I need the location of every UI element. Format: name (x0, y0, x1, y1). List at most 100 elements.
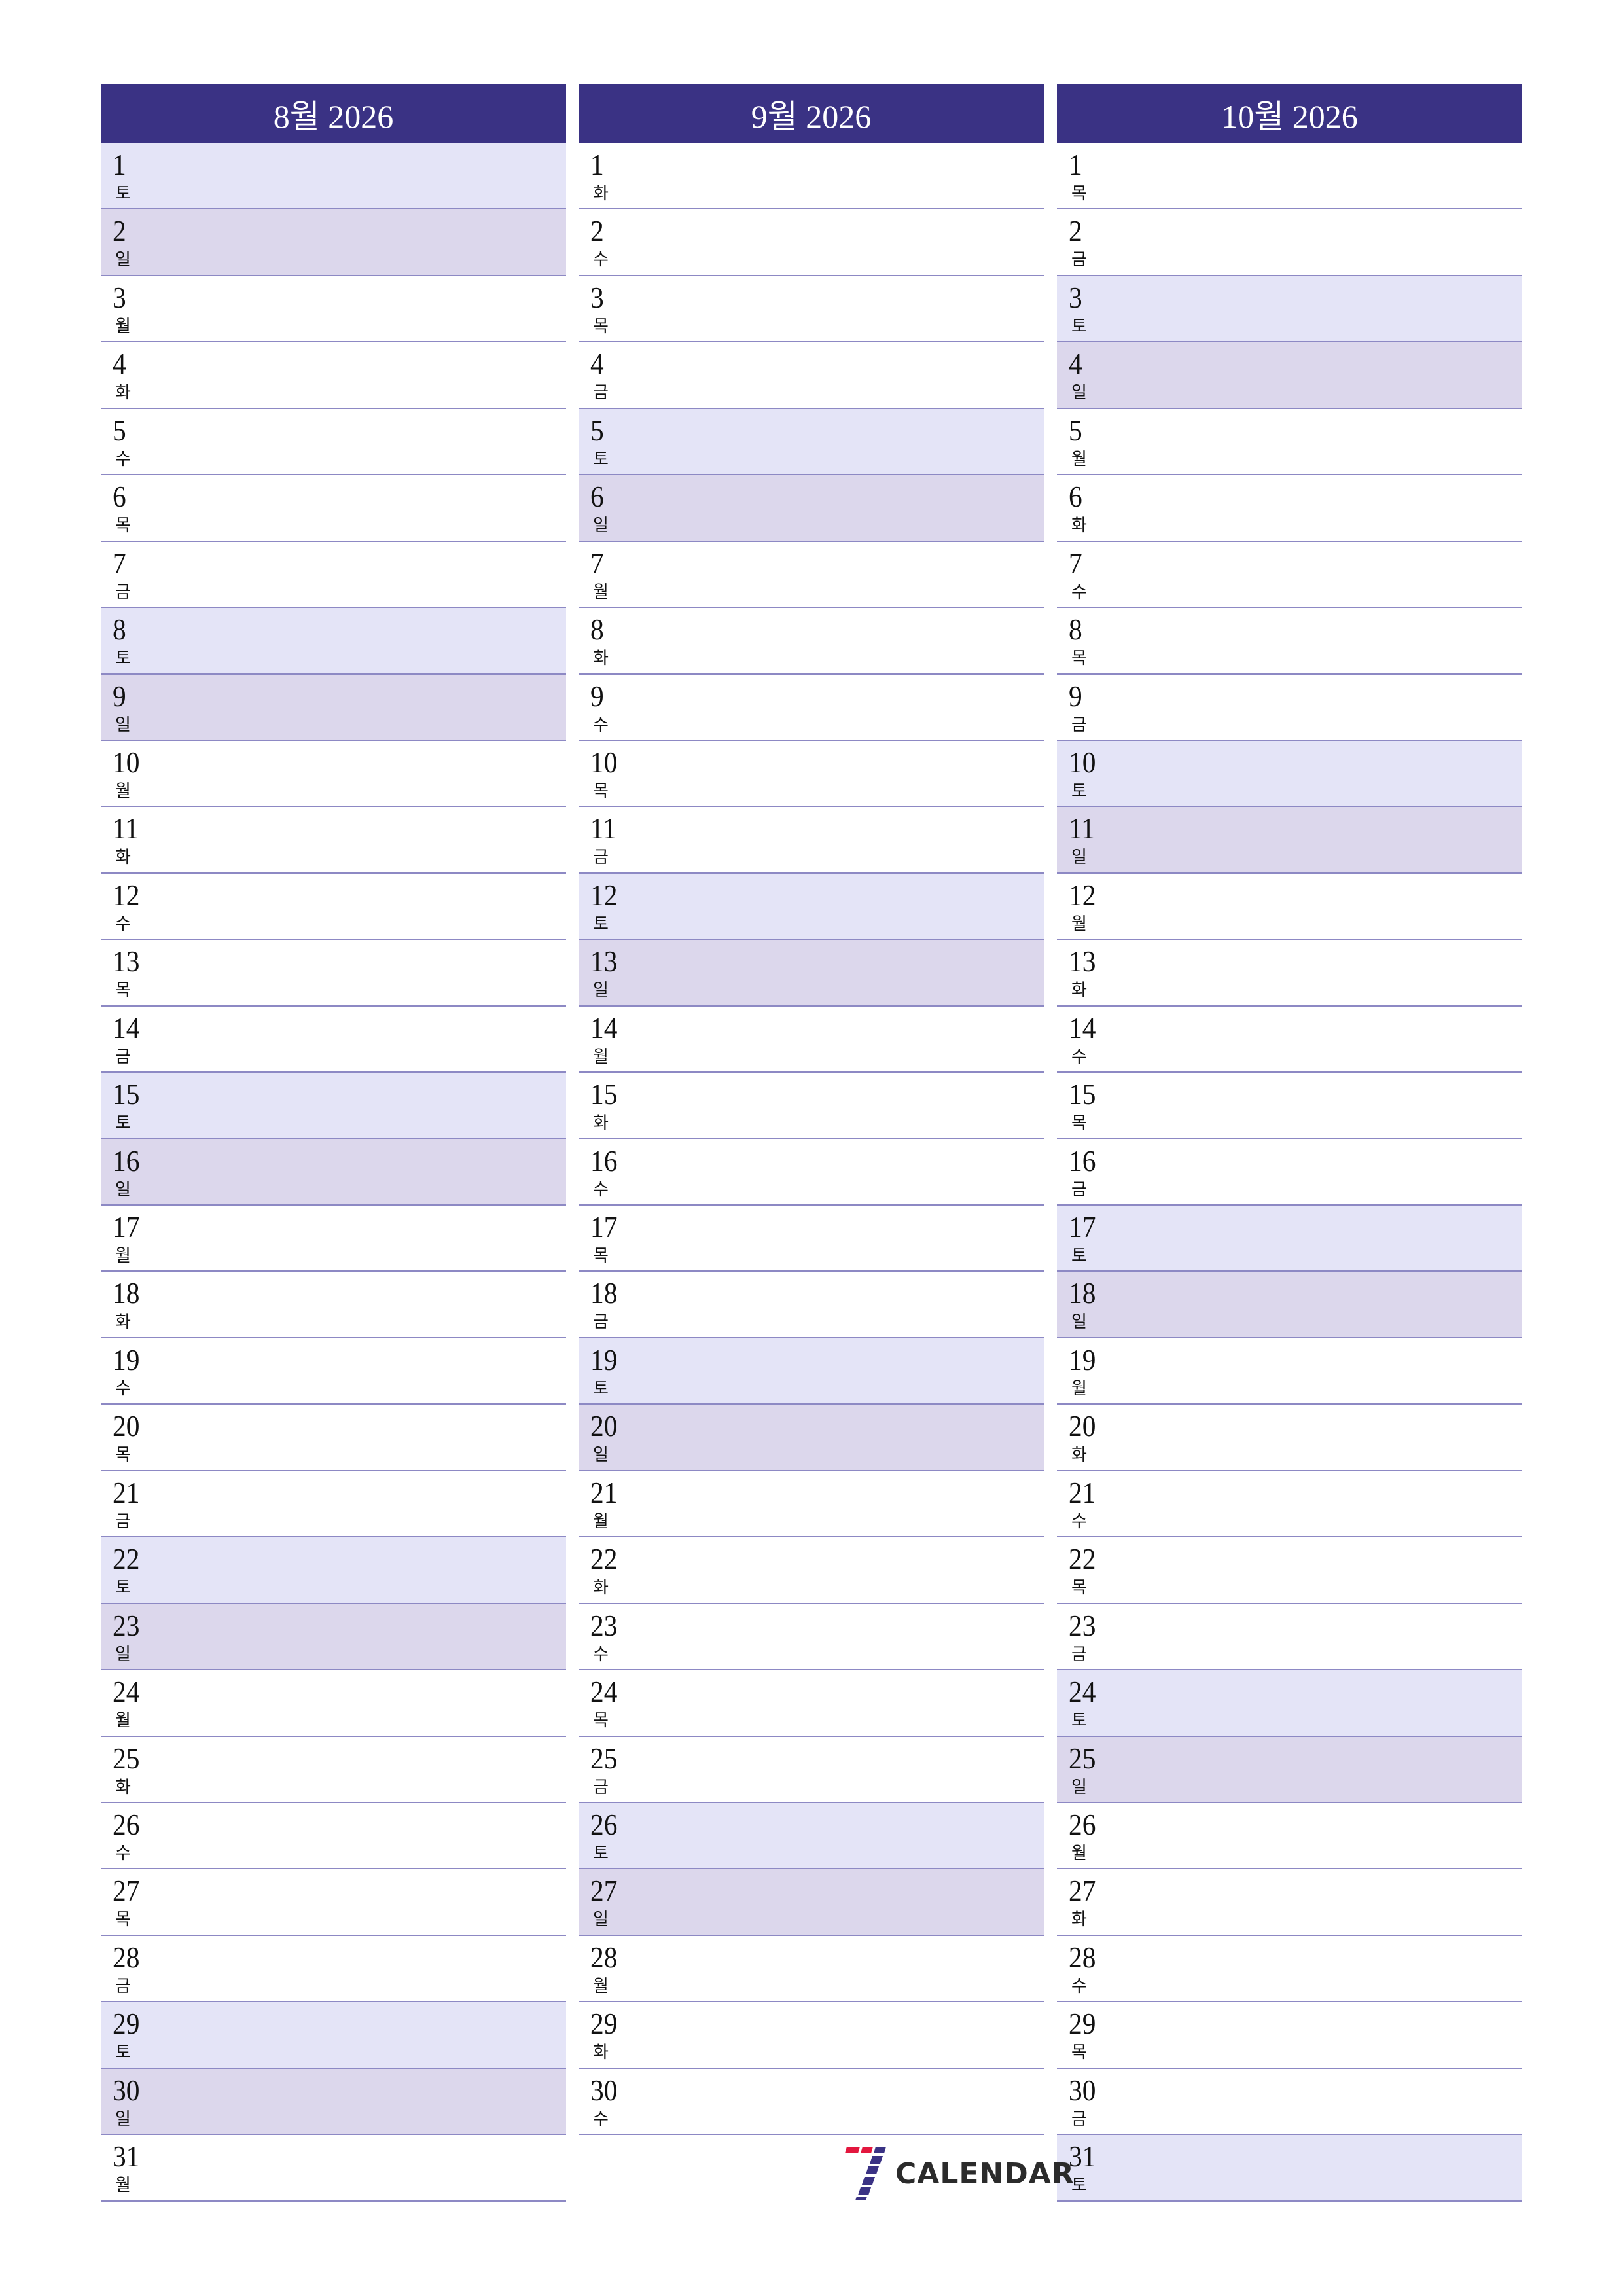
day-row: 9일 (101, 674, 566, 741)
weekday-label: 일 (115, 715, 131, 735)
day-row: 18 화 (101, 1272, 566, 1338)
day-number: 31 (113, 2140, 140, 2174)
day-number: 2 (1069, 214, 1082, 248)
day-row: 12 토 (579, 873, 1044, 941)
day-row: 6화 (1057, 475, 1522, 542)
day-number: 19 (590, 1342, 618, 1376)
day-number: 28 (590, 1940, 618, 1974)
day-row: 25 금 (579, 1737, 1044, 1803)
weekday-label: 토 (1071, 1246, 1087, 1266)
day-row: 30 금 (1057, 2069, 1522, 2136)
weekday-label: 화 (593, 1578, 609, 1598)
day-number: 8 (1069, 613, 1082, 647)
day-row: 21 월 (579, 1471, 1044, 1538)
weekday-label: 수 (115, 914, 131, 934)
month-header: 9월 2026 (579, 84, 1044, 143)
day-number: 1 (113, 148, 126, 181)
weekday-label: 금 (1071, 2109, 1087, 2129)
day-row: 13 일 (579, 940, 1044, 1007)
day-row: 10 목 (579, 741, 1044, 808)
weekday-label: 목 (115, 1910, 131, 1930)
month-header: 10월 2026 (1057, 84, 1522, 143)
day-row: 8토 (101, 608, 566, 675)
day-number: 15 (1069, 1077, 1096, 1111)
weekday-label: 화 (115, 848, 131, 868)
day-number: 16 (113, 1143, 140, 1177)
day-number: 5 (113, 413, 126, 447)
day-number: 13 (590, 944, 618, 978)
day-number: 15 (113, 1077, 140, 1111)
weekday-label: 일 (115, 250, 131, 270)
weekday-label: 일 (593, 516, 609, 536)
weekday-label: 화 (1071, 1910, 1087, 1930)
weekday-label: 수 (115, 449, 131, 469)
day-number: 30 (113, 2073, 140, 2107)
day-row: 30 일 (101, 2068, 566, 2136)
day-row: 10 토 (1057, 740, 1522, 808)
weekday-label: 목 (115, 516, 131, 536)
weekday-label: 금 (593, 848, 609, 868)
day-number: 10 (113, 745, 140, 779)
weekday-label: 월 (115, 781, 131, 801)
day-number: 5 (590, 413, 604, 447)
day-row: 26 월 (1057, 1803, 1522, 1870)
weekday-label: 수 (1071, 1511, 1087, 1532)
day-row: 4화 (101, 342, 566, 409)
day-row: 18 일 (1057, 1272, 1522, 1338)
day-number: 29 (1069, 2007, 1096, 2041)
weekday-label: 일 (593, 1910, 609, 1930)
day-number: 2 (590, 214, 604, 248)
weekday-label: 금 (1071, 715, 1087, 735)
weekday-label: 일 (115, 2109, 131, 2129)
day-row: 15 화 (579, 1073, 1044, 1139)
day-number: 22 (113, 1542, 140, 1576)
weekday-label: 토 (115, 649, 131, 669)
day-row: 16 일 (101, 1139, 566, 1206)
day-row: 23 수 (579, 1604, 1044, 1671)
weekday-label: 수 (593, 715, 609, 735)
day-number: 7 (113, 546, 126, 580)
weekday-label: 토 (115, 2043, 131, 2063)
day-number: 1 (1069, 148, 1082, 181)
day-row: 15 토 (101, 1073, 566, 1139)
day-row: 28 월 (579, 1936, 1044, 2003)
weekday-label: 금 (115, 582, 131, 602)
weekday-label: 금 (115, 1976, 131, 1996)
day-number: 10 (590, 745, 618, 779)
day-row: 21 수 (1057, 1471, 1522, 1538)
day-number: 18 (590, 1276, 618, 1310)
weekday-label: 일 (1071, 1312, 1087, 1333)
day-number: 30 (1069, 2073, 1096, 2107)
weekday-label: 금 (593, 383, 609, 403)
day-number: 24 (590, 1675, 618, 1709)
day-number: 12 (590, 878, 618, 912)
day-row: 1토 (101, 143, 566, 210)
day-row: 19 토 (579, 1338, 1044, 1405)
weekday-label: 토 (115, 1113, 131, 1134)
day-number: 19 (113, 1342, 140, 1376)
weekday-label: 화 (1071, 516, 1087, 536)
day-row: 27 화 (1057, 1869, 1522, 1936)
day-row: 1목 (1057, 143, 1522, 210)
weekday-label: 수 (593, 250, 609, 270)
weekday-label: 목 (593, 1711, 609, 1731)
weekday-label: 토 (1071, 316, 1087, 336)
weekday-label: 목 (115, 1445, 131, 1465)
day-number: 21 (590, 1475, 618, 1509)
weekday-label: 토 (1071, 1711, 1087, 1731)
day-number: 25 (113, 1741, 140, 1775)
weekday-label: 목 (1071, 649, 1087, 669)
weekday-label: 목 (1071, 184, 1087, 204)
weekday-label: 수 (593, 1179, 609, 1200)
weekday-label: 목 (1071, 2043, 1087, 2063)
day-row: 20 일 (579, 1405, 1044, 1471)
day-number: 12 (1069, 878, 1096, 912)
day-row: 8목 (1057, 608, 1522, 675)
day-number: 13 (113, 944, 140, 978)
day-row: 15 목 (1057, 1073, 1522, 1139)
day-row: 11 화 (101, 807, 566, 874)
day-row: 14 수 (1057, 1007, 1522, 1073)
weekday-label: 월 (1071, 914, 1087, 934)
day-row: 24 월 (101, 1670, 566, 1737)
day-row: 17 토 (1057, 1206, 1522, 1272)
